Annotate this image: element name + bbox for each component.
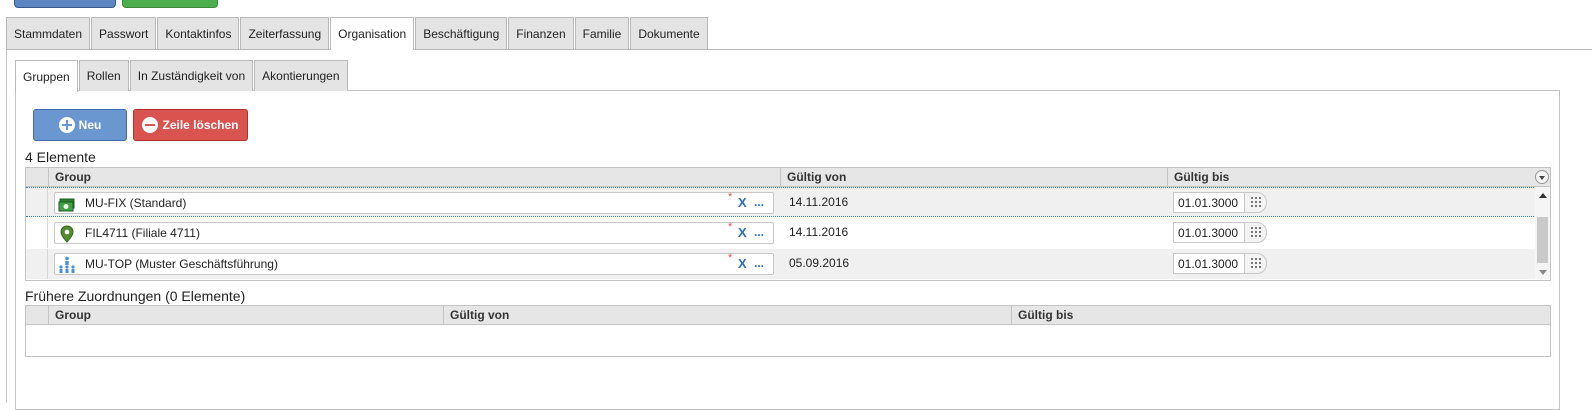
group-value: MU-FIX (Standard) [85,196,187,210]
scroll-down-icon[interactable] [1539,270,1547,275]
top-save-button[interactable] [122,0,218,8]
table-row[interactable]: MU-TOP (Muster Geschäftsführung) * X ...… [26,249,1536,279]
col-header-valid-from[interactable]: Gültig von [443,306,1011,325]
required-marker: * [728,252,733,264]
required-marker: * [728,221,733,233]
valid-to-input[interactable]: 01.01.3000 [1173,192,1245,213]
group-lookup-field[interactable]: MU-FIX (Standard) * X ... [54,191,774,214]
current-section-title: 4 Elemente [25,149,96,165]
tab-organisation[interactable]: Organisation [330,17,415,50]
calendar-icon[interactable] [1251,197,1262,208]
grid-header: Group Gültig von Gültig bis [26,306,1550,325]
clear-button[interactable]: X [738,195,747,210]
delete-row-button-label: Zeile löschen [162,118,239,132]
col-header-valid-from[interactable]: Gültig von [780,168,1167,187]
browse-button[interactable]: ... [754,225,764,239]
table-row[interactable]: FIL4711 (Filiale 4711) * X ... 14.11.201… [26,218,1536,248]
grid-header: Group Gültig von Gültig bis [26,168,1550,187]
delete-row-button[interactable]: Zeile löschen [133,109,248,141]
col-header-group[interactable]: Group [48,306,443,325]
valid-from-value: 14.11.2016 [789,225,849,239]
row-selector[interactable] [26,218,48,248]
tab-passwort[interactable]: Passwort [91,17,157,49]
valid-to-input[interactable]: 01.01.3000 [1173,253,1245,274]
scroll-up-icon[interactable] [1539,193,1547,198]
required-marker: * [728,191,733,203]
subtab-gruppen[interactable]: Gruppen [15,60,78,92]
column-menu-icon[interactable] [1535,170,1549,184]
clear-button[interactable]: X [738,225,747,240]
top-primary-button[interactable] [14,0,116,8]
current-groups-grid: Group Gültig von Gültig bis MU-FIX (Stan… [25,167,1551,281]
minus-circle-icon [142,117,159,133]
group-value: MU-TOP (Muster Geschäftsführung) [85,257,278,271]
tab-stammdaten[interactable]: Stammdaten [6,17,91,49]
valid-to-datepicker[interactable]: 01.01.3000 [1173,192,1267,213]
previous-assignments-grid: Group Gültig von Gültig bis [25,305,1551,357]
valid-to-datepicker[interactable]: 01.01.3000 [1173,253,1267,274]
valid-from-value: 14.11.2016 [789,195,849,209]
main-tabbar: Stammdaten Passwort Kontaktinfos Zeiterf… [6,17,1592,50]
plus-circle-icon [58,117,75,133]
browse-button[interactable]: ... [754,256,764,270]
table-row[interactable]: MU-FIX (Standard) * X ... 14.11.2016 01.… [26,187,1536,217]
row-selector[interactable] [26,249,48,279]
org-chart-icon [59,256,75,273]
col-header-group[interactable]: Group [48,168,780,187]
group-value: FIL4711 (Filiale 4711) [85,226,200,240]
sub-tabbar: Gruppen Rollen In Zuständigkeit von Akon… [15,59,1592,92]
panel-border [6,50,7,403]
tab-familie[interactable]: Familie [574,17,630,49]
money-icon [58,198,75,212]
subtab-rollen[interactable]: Rollen [78,60,129,91]
calendar-icon[interactable] [1251,227,1262,238]
valid-from-value: 05.09.2016 [789,256,850,270]
vertical-scrollbar[interactable] [1535,187,1550,279]
valid-to-input[interactable]: 01.01.3000 [1173,222,1245,243]
clear-button[interactable]: X [738,256,747,271]
group-lookup-field[interactable]: FIL4711 (Filiale 4711) * X ... [54,221,774,244]
subtab-in-zustaendigkeit-von[interactable]: In Zuständigkeit von [129,60,254,91]
calendar-icon[interactable] [1251,258,1262,269]
valid-to-datepicker[interactable]: 01.01.3000 [1173,222,1267,243]
col-header-valid-to[interactable]: Gültig bis [1167,168,1535,187]
tab-zeiterfassung[interactable]: Zeiterfassung [240,17,330,49]
subtab-akontierungen[interactable]: Akontierungen [254,60,348,91]
tab-kontaktinfos[interactable]: Kontaktinfos [157,17,240,49]
group-lookup-field[interactable]: MU-TOP (Muster Geschäftsführung) * X ... [54,252,774,275]
row-selector[interactable] [26,188,48,216]
new-button[interactable]: Neu [33,109,127,141]
previous-section-title: Frühere Zuordnungen (0 Elemente) [25,288,246,304]
new-button-label: Neu [78,118,102,132]
tab-beschaeftigung[interactable]: Beschäftigung [415,17,508,49]
scroll-thumb[interactable] [1537,217,1548,263]
browse-button[interactable]: ... [754,195,764,209]
location-pin-icon [60,225,74,243]
col-header-valid-to[interactable]: Gültig bis [1011,306,1550,325]
tab-dokumente[interactable]: Dokumente [630,17,708,49]
tab-finanzen[interactable]: Finanzen [508,17,574,49]
